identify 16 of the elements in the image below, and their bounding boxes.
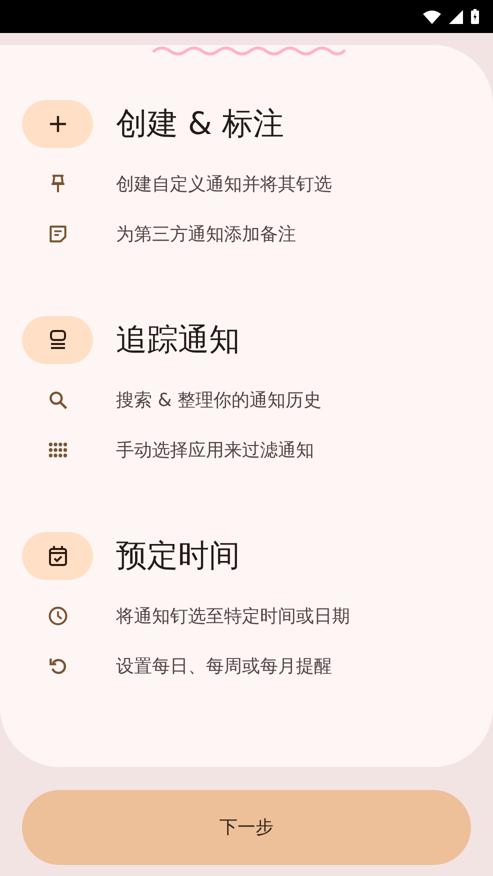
section-title: 预定时间: [116, 536, 240, 576]
feature-text: 为第三方通知添加备注: [116, 222, 296, 246]
feature-text: 设置每日、每周或每月提醒: [116, 654, 332, 678]
section-title: 追踪通知: [116, 320, 240, 360]
feature-text: 将通知钉选至特定时间或日期: [116, 604, 350, 628]
signal-icon: [449, 10, 463, 24]
battery-icon: [471, 9, 479, 24]
feature-text: 创建自定义通知并将其钉选: [116, 172, 332, 196]
clock-icon: [46, 605, 68, 627]
note-icon: [46, 223, 68, 245]
feature-text: 手动选择应用来过滤通知: [116, 438, 314, 462]
wifi-icon: [423, 10, 441, 24]
section-title: 创建 & 标注: [116, 104, 284, 144]
feature-text: 搜索 & 整理你的通知历史: [116, 388, 322, 412]
search-icon: [46, 389, 68, 411]
next-button[interactable]: 下一步: [22, 790, 471, 865]
